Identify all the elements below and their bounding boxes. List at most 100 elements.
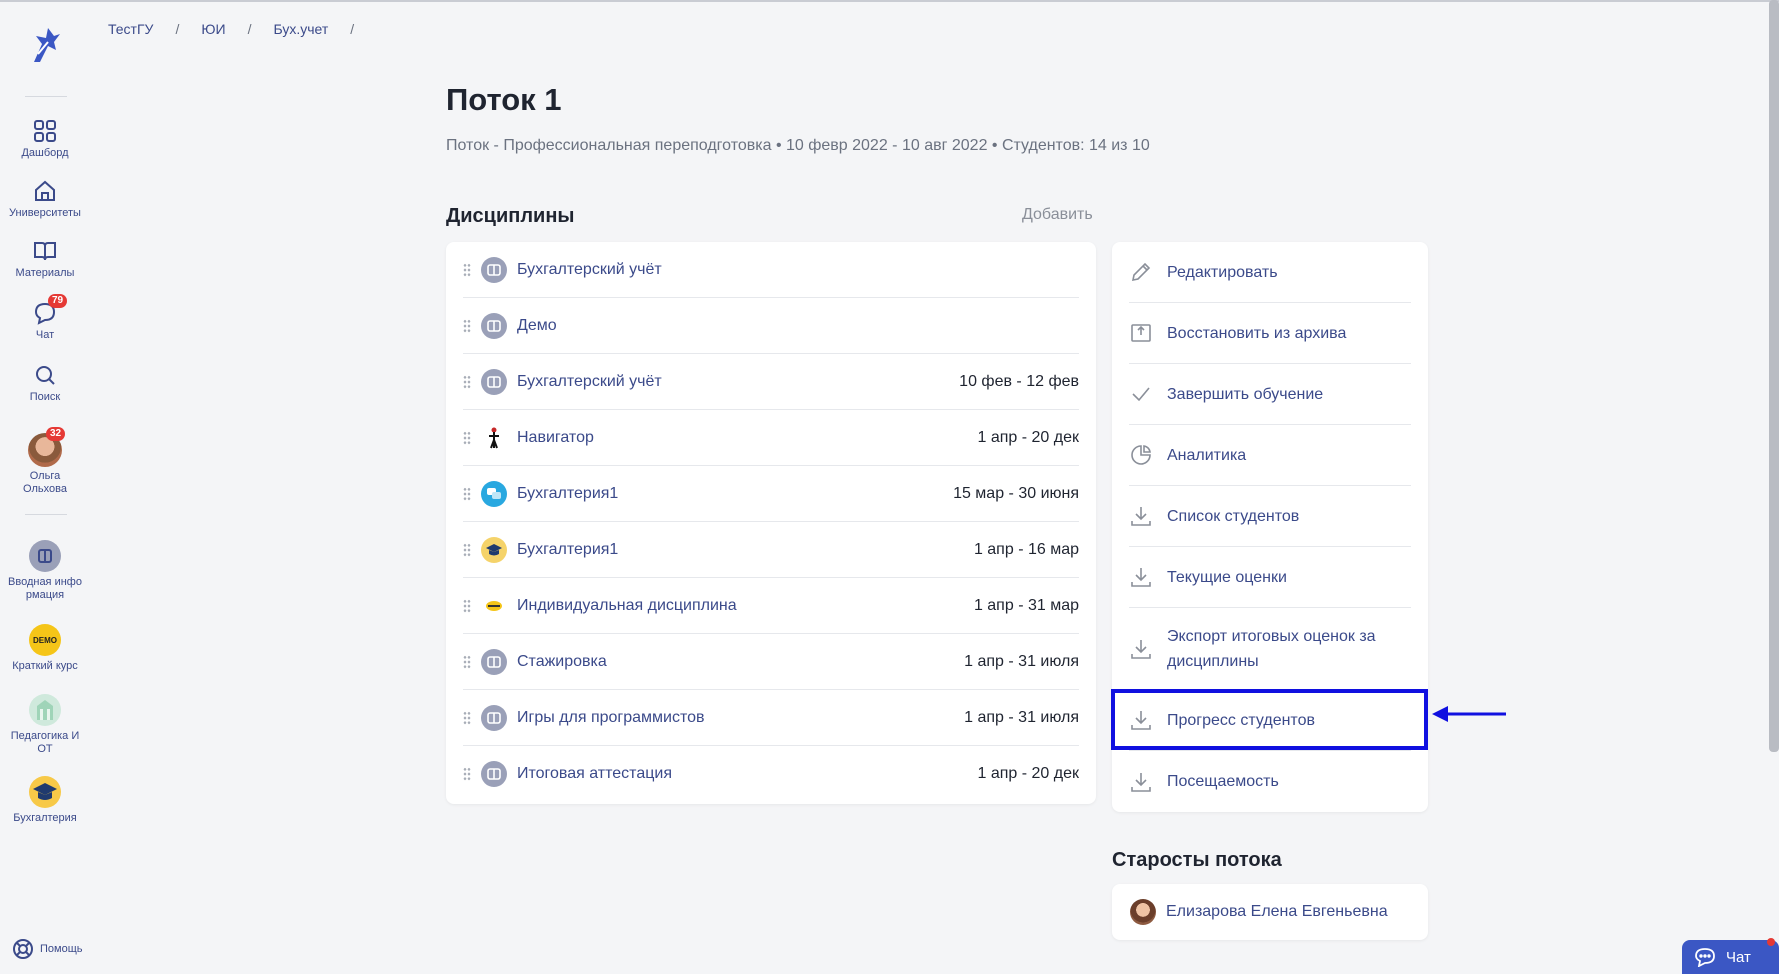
starosty-heading: Старосты потока [1112, 849, 1282, 871]
avatar [1130, 899, 1156, 925]
discipline-row[interactable]: Бухгалтерский учёт 10 фев - 12 фев [463, 354, 1079, 410]
course-label: Краткий курс [12, 660, 78, 672]
course-accounting[interactable]: Бухгалтерия [0, 776, 90, 825]
action-label: Восстановить из архива [1167, 324, 1347, 342]
starosta-item[interactable]: Елизарова Елена Евгеньевна [1112, 884, 1428, 940]
book-circle-icon [481, 704, 507, 731]
nav-label: Материалы [15, 267, 75, 279]
download-icon [1131, 507, 1151, 526]
drag-handle-icon[interactable] [463, 318, 471, 333]
drag-handle-icon[interactable] [463, 430, 471, 445]
action-restore-archive[interactable]: Восстановить из архива [1129, 303, 1411, 364]
grid-icon [32, 118, 58, 144]
chat-bubbles-icon [481, 480, 507, 507]
archive-restore-icon [1131, 324, 1151, 342]
discipline-row[interactable]: Навигатор 1 апр - 20 дек [463, 410, 1079, 466]
discipline-name: Бухгалтерский учёт [517, 260, 662, 278]
action-current-grades[interactable]: Текущие оценки [1129, 547, 1411, 608]
disciplines-list: Бухгалтерский учёт Демо Бухгалтерский уч… [446, 242, 1096, 804]
nav-chat[interactable]: 79 Чат [0, 294, 90, 342]
course-label: Педагогика И [10, 730, 80, 742]
profile-name-line2: Ольхова [23, 483, 67, 495]
sidebar-divider [25, 96, 67, 97]
demo-icon [481, 593, 507, 619]
book-circle-icon [29, 540, 61, 572]
breadcrumb-item[interactable]: ЮИ [201, 21, 225, 37]
action-analytics[interactable]: Аналитика [1129, 425, 1411, 486]
nav-materials[interactable]: Материалы [0, 238, 90, 280]
action-label: Текущие оценки [1167, 568, 1287, 586]
drag-handle-icon[interactable] [463, 710, 471, 725]
course-short[interactable]: DEMO Краткий курс [0, 624, 90, 673]
discipline-row[interactable]: Стажировка 1 апр - 31 июля [463, 634, 1079, 690]
building-icon [29, 694, 61, 726]
breadcrumb-separator: / [175, 21, 180, 37]
discipline-name: Игры для программистов [517, 708, 705, 726]
pie-chart-icon [1131, 445, 1151, 465]
logo-icon[interactable] [26, 24, 64, 64]
drag-handle-icon[interactable] [463, 767, 471, 781]
search-icon [32, 362, 58, 388]
help-label: Помощь [40, 943, 83, 955]
profile-name-line1: Ольга [29, 470, 61, 482]
download-icon [1131, 568, 1151, 587]
breadcrumb-item[interactable]: ТестГУ [108, 21, 153, 37]
page-title: Поток 1 [446, 82, 562, 117]
demo-icon: DEMO [29, 624, 61, 656]
action-label: Завершить обучение [1167, 385, 1324, 403]
scrollbar[interactable] [1769, 0, 1779, 752]
discipline-row[interactable]: Индивидуальная дисциплина 1 апр - 31 мар [463, 578, 1079, 634]
breadcrumb: ТестГУ / ЮИ / Бух.учет / [108, 21, 376, 37]
drag-handle-icon[interactable] [463, 598, 471, 613]
drag-handle-icon[interactable] [463, 486, 471, 501]
drag-handle-icon[interactable] [463, 374, 471, 389]
discipline-row[interactable]: Бухгалтерия1 15 мар - 30 июня [463, 466, 1079, 522]
download-icon [1131, 639, 1151, 659]
drag-handle-icon[interactable] [463, 654, 471, 669]
avatar: 32 [28, 427, 66, 467]
sidebar: Дашборд Университеты Материалы 79 Чат По… [0, 0, 90, 974]
book-circle-icon [481, 761, 507, 787]
drag-handle-icon[interactable] [463, 542, 471, 557]
starosta-name: Елизарова Елена Евгеньевна [1166, 903, 1388, 920]
graduation-cap-icon [481, 536, 507, 563]
nav-label: Университеты [9, 207, 81, 219]
breadcrumb-separator: / [247, 21, 252, 37]
disciplines-heading: Дисциплины [446, 205, 575, 227]
nav-search[interactable]: Поиск [0, 362, 90, 404]
chat-icon [1695, 948, 1715, 967]
nav-profile[interactable]: 32 Ольга Ольхова [0, 427, 90, 496]
discipline-row[interactable]: Бухгалтерия1 1 апр - 16 мар [463, 522, 1079, 578]
nav-label: Поиск [29, 391, 61, 403]
discipline-dates: 1 апр - 20 дек [977, 428, 1080, 446]
action-finish-training[interactable]: Завершить обучение [1129, 364, 1411, 425]
course-intro[interactable]: Вводная инфо рмация [0, 540, 90, 602]
nav-universities[interactable]: Университеты [0, 178, 90, 220]
chat-button[interactable]: Чат [1682, 938, 1779, 974]
course-label: рмация [25, 589, 65, 601]
action-student-list[interactable]: Список студентов [1129, 486, 1411, 547]
discipline-row[interactable]: Итоговая аттестация 1 апр - 20 дек [463, 746, 1079, 802]
course-label: Вводная инфо [8, 576, 82, 588]
discipline-row[interactable]: Игры для программистов 1 апр - 31 июля [463, 690, 1079, 746]
drag-handle-icon[interactable] [463, 262, 471, 277]
add-discipline-button[interactable]: Добавить [1022, 206, 1093, 224]
chat-icon: 79 [32, 294, 68, 326]
breadcrumb-item[interactable]: Бух.учет [273, 21, 328, 37]
chat-button-label: Чат [1726, 948, 1751, 966]
nav-label: Чат [35, 329, 55, 341]
chat-badge: 79 [48, 294, 68, 308]
discipline-row[interactable]: Демо [463, 298, 1079, 354]
action-export-final-grades[interactable]: Экспорт итоговых оценок за дисциплины [1129, 608, 1411, 690]
action-label: Посещаемость [1167, 773, 1279, 790]
action-edit[interactable]: Редактировать [1129, 242, 1411, 303]
discipline-dates: 1 апр - 20 дек [977, 765, 1080, 782]
action-attendance[interactable]: Посещаемость [1129, 751, 1411, 812]
discipline-dates: 1 апр - 16 мар [973, 540, 1079, 558]
page-subtitle: Поток - Профессиональная переподготовка … [446, 137, 1150, 154]
course-pedagogy[interactable]: Педагогика И ОТ [0, 694, 90, 756]
nav-dashboard[interactable]: Дашборд [0, 118, 90, 160]
help-link[interactable]: Помощь [12, 938, 83, 960]
discipline-row[interactable]: Бухгалтерский учёт [463, 242, 1079, 298]
nav-label: Дашборд [21, 147, 69, 159]
